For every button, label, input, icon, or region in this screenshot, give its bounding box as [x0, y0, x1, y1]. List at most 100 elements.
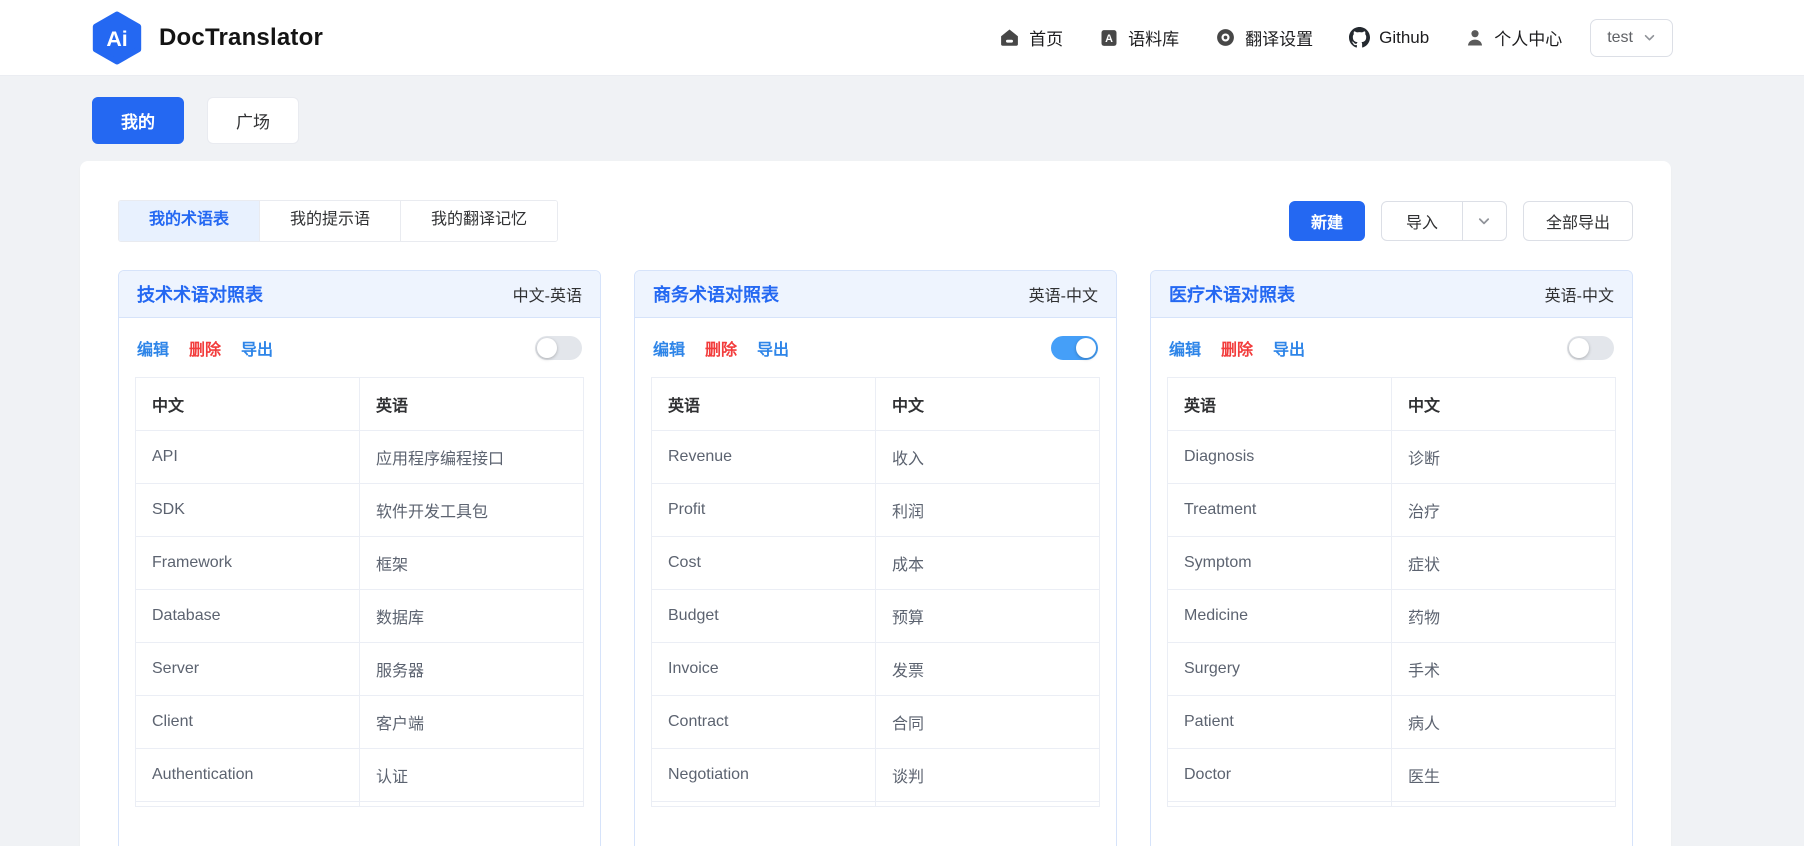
account-dropdown[interactable]: test	[1590, 18, 1673, 57]
glossary-card: 商务术语对照表 英语-中文 编辑 删除 导出 英语 中文 Revenue 收入 Pr…	[634, 270, 1117, 846]
tab-my-prompts[interactable]: 我的提示语	[260, 201, 402, 241]
chevron-down-icon	[1479, 218, 1490, 225]
glossary-row: Contract 合同	[652, 695, 1099, 749]
edit-link[interactable]: 编辑	[137, 336, 169, 360]
glossary-card: 技术术语对照表 中文-英语 编辑 删除 导出 中文 英语 API 应用程序编程接口…	[118, 270, 601, 846]
nav-item-github[interactable]: Github	[1349, 27, 1429, 48]
import-button[interactable]: 导入	[1382, 202, 1462, 240]
table-header-row: 中文 英语	[136, 378, 583, 431]
glossary-table[interactable]: 英语 中文 Revenue 收入 Profit 利润 Cost 成本 Budget 预算 Inv…	[651, 377, 1100, 807]
chevron-down-icon	[1644, 34, 1655, 41]
source-column-header: 英语	[652, 378, 876, 431]
term-cell: Treatment	[1168, 483, 1392, 537]
term-cell: SDK	[136, 483, 360, 537]
glossary-row: SDK 软件开发工具包	[136, 483, 583, 537]
term-cell: 数据库	[359, 589, 583, 643]
glossary-row: Symptom 症状	[1168, 536, 1615, 590]
corpus-icon: A	[1101, 29, 1117, 46]
nav-label: 个人中心	[1494, 30, 1563, 49]
term-cell: 预算	[875, 589, 1099, 643]
edit-link[interactable]: 编辑	[1169, 336, 1201, 360]
export-link[interactable]: 导出	[757, 336, 789, 360]
nav-item-corpus[interactable]: A 语料库	[1099, 25, 1179, 50]
brand[interactable]: Ai DocTranslator	[90, 11, 323, 65]
term-cell: Profit	[652, 483, 876, 537]
glossary-row: Revenue 收入	[652, 430, 1099, 484]
term-cell: 服务器	[359, 642, 583, 696]
term-cell: Authorization	[136, 801, 360, 806]
tab-my-translation-memory[interactable]: 我的翻译记忆	[401, 201, 558, 241]
toggle-knob	[537, 338, 557, 358]
term-cell: 护士	[1391, 801, 1615, 806]
term-cell: Authentication	[136, 748, 360, 802]
glossary-row: Client 客户端	[136, 695, 583, 749]
export-all-button[interactable]: 全部导出	[1522, 201, 1633, 241]
glossary-title[interactable]: 医疗术语对照表	[1169, 281, 1295, 307]
edit-link[interactable]: 编辑	[653, 336, 685, 360]
enable-toggle[interactable]	[1051, 336, 1098, 360]
delete-link[interactable]: 删除	[189, 336, 221, 360]
export-link[interactable]: 导出	[241, 336, 273, 360]
import-dropdown-toggle[interactable]	[1461, 202, 1506, 240]
glossary-table[interactable]: 中文 英语 API 应用程序编程接口 SDK 软件开发工具包 Framework 框架 Da…	[135, 377, 584, 807]
term-cell: Client	[136, 695, 360, 749]
term-cell: Medicine	[1168, 589, 1392, 643]
glossary-card-header: 医疗术语对照表 英语-中文	[1151, 271, 1632, 318]
glossary-title[interactable]: 商务术语对照表	[653, 281, 779, 307]
home-icon	[1001, 29, 1019, 46]
nav-item-translate-settings[interactable]: 翻译设置	[1215, 25, 1313, 50]
glossary-row: Partnership合作伙伴	[652, 801, 1099, 806]
glossary-row: Database 数据库	[136, 589, 583, 643]
nav-item-home[interactable]: 首页	[999, 25, 1063, 50]
enable-toggle[interactable]	[1567, 336, 1614, 360]
term-cell: 认证	[359, 748, 583, 802]
import-split-button: 导入	[1380, 201, 1507, 241]
glossary-row: Budget 预算	[652, 589, 1099, 643]
tab-mine[interactable]: 我的	[92, 97, 184, 144]
term-cell: 手术	[1391, 642, 1615, 696]
nav-label: Github	[1379, 27, 1430, 47]
term-cell: Symptom	[1168, 536, 1392, 590]
glossary-card-grid: 技术术语对照表 中文-英语 编辑 删除 导出 中文 英语 API 应用程序编程接口…	[118, 270, 1633, 846]
delete-link[interactable]: 删除	[705, 336, 737, 360]
svg-text:Ai: Ai	[106, 26, 127, 50]
term-cell: 治疗	[1391, 483, 1615, 537]
term-cell: Doctor	[1168, 748, 1392, 802]
table-header-row: 英语 中文	[652, 378, 1099, 431]
term-cell: 授权	[359, 801, 583, 806]
glossary-row: Framework 框架	[136, 536, 583, 590]
glossary-title[interactable]: 技术术语对照表	[137, 281, 263, 307]
term-cell: Framework	[136, 536, 360, 590]
tab-my-glossaries[interactable]: 我的术语表	[119, 201, 261, 241]
account-name: test	[1607, 28, 1633, 46]
term-cell: 收入	[875, 430, 1099, 484]
translate-settings-icon	[1217, 29, 1235, 46]
term-cell: 药物	[1391, 589, 1615, 643]
term-cell: 软件开发工具包	[359, 483, 583, 537]
glossary-card-actions: 编辑 删除 导出	[119, 318, 600, 377]
glossary-row: Medicine 药物	[1168, 589, 1615, 643]
glossary-row: Doctor 医生	[1168, 748, 1615, 802]
toggle-knob	[1076, 338, 1096, 358]
enable-toggle[interactable]	[535, 336, 582, 360]
term-cell: Surgery	[1168, 642, 1392, 696]
glossary-table[interactable]: 英语 中文 Diagnosis 诊断 Treatment 治疗 Symptom 症状 Med…	[1167, 377, 1616, 807]
delete-link[interactable]: 删除	[1221, 336, 1253, 360]
term-cell: 成本	[875, 536, 1099, 590]
term-cell: API	[136, 430, 360, 484]
term-cell: 客户端	[359, 695, 583, 749]
term-cell: Server	[136, 642, 360, 696]
term-cell: Invoice	[652, 642, 876, 696]
tab-plaza[interactable]: 广场	[207, 97, 299, 144]
glossary-row: Patient 病人	[1168, 695, 1615, 749]
term-cell: Negotiation	[652, 748, 876, 802]
export-link[interactable]: 导出	[1273, 336, 1305, 360]
term-cell: 发票	[875, 642, 1099, 696]
term-cell: Diagnosis	[1168, 430, 1392, 484]
nav-item-profile[interactable]: 个人中心	[1465, 25, 1562, 50]
term-cell: 合作伙伴	[875, 801, 1099, 806]
term-cell: 利润	[875, 483, 1099, 537]
term-cell: 医生	[1391, 748, 1615, 802]
term-cell: 框架	[359, 536, 583, 590]
new-button[interactable]: 新建	[1288, 201, 1365, 241]
